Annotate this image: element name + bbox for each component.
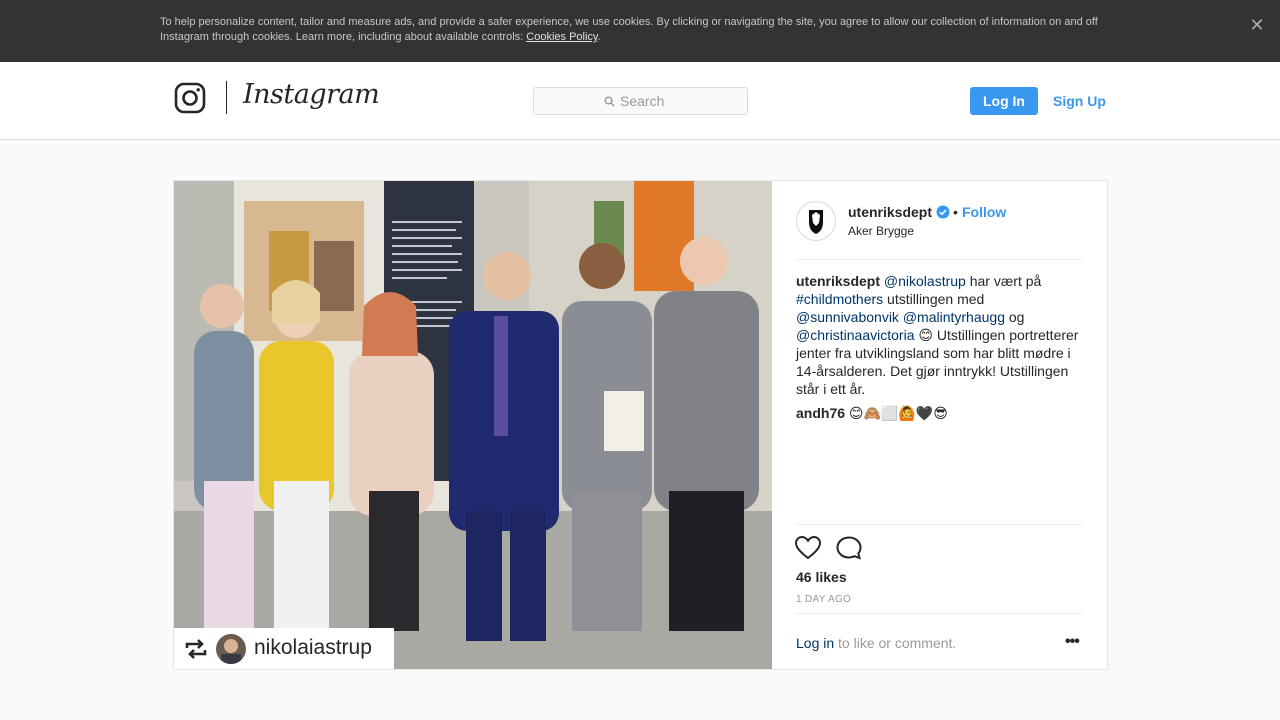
repost-badge: nikolaiastrup xyxy=(174,628,394,669)
likes-count[interactable]: 46 likes xyxy=(796,569,847,585)
instagram-wordmark[interactable]: Instagram xyxy=(243,79,380,110)
mention-link[interactable]: @malintyrhaugg xyxy=(903,309,1005,325)
post-photo[interactable]: nikolaiastrup xyxy=(174,181,772,669)
comment-author[interactable]: andh76 xyxy=(796,405,845,421)
verified-badge-icon xyxy=(936,205,950,219)
comment-text: 😊🙈⬜🙆🖤😎 xyxy=(845,405,948,421)
comment: andh76 😊🙈⬜🙆🖤😎 xyxy=(796,404,1086,422)
post-location[interactable]: Aker Brygge xyxy=(848,224,914,238)
comment-icon[interactable] xyxy=(836,536,862,560)
hashtag-link[interactable]: #childmothers xyxy=(796,291,883,307)
post-sidebar: utenriksdept • Follow Aker Brygge utenri… xyxy=(772,181,1107,669)
search-input[interactable] xyxy=(620,92,740,110)
caption-text: har vært på xyxy=(965,273,1042,289)
divider xyxy=(796,613,1083,614)
more-options-icon[interactable]: ••• xyxy=(1065,633,1087,651)
mention-link[interactable]: @nikolastrup xyxy=(884,273,966,289)
search-box[interactable] xyxy=(533,87,748,115)
repost-icon xyxy=(185,639,207,659)
divider xyxy=(796,524,1083,525)
mention-link[interactable]: @christinaavictoria xyxy=(796,327,914,343)
post-timestamp[interactable]: 1 DAY AGO xyxy=(796,594,851,605)
caption-author[interactable]: utenriksdept xyxy=(796,273,880,289)
search-icon xyxy=(604,96,615,107)
cookie-message: To help personalize content, tailor and … xyxy=(160,16,1098,43)
caption-text: utstillingen med xyxy=(883,291,985,307)
instagram-camera-icon[interactable] xyxy=(174,82,206,114)
divider xyxy=(796,259,1083,260)
login-link[interactable]: Log in xyxy=(796,635,834,651)
cookie-banner: To help personalize content, tailor and … xyxy=(0,0,1280,62)
repost-username: nikolaiastrup xyxy=(254,636,372,659)
separator-dot: • xyxy=(953,204,958,220)
login-prompt-text: to like or comment. xyxy=(834,635,957,651)
post-card: nikolaiastrup utenriksdept • Follow Aker… xyxy=(173,180,1108,670)
cookie-period: . xyxy=(597,31,601,43)
coat-of-arms-icon xyxy=(809,210,823,234)
login-prompt: Log in to like or comment. xyxy=(796,635,956,651)
post-caption: utenriksdept @nikolastrup har vært på #c… xyxy=(796,272,1086,398)
follow-button[interactable]: Follow xyxy=(962,204,1006,220)
avatar[interactable] xyxy=(796,201,836,241)
post-photo-illustration xyxy=(174,181,772,669)
mention-link[interactable]: @sunnivabonvik xyxy=(796,309,899,325)
top-nav: Instagram Log In Sign Up xyxy=(0,62,1280,140)
heart-icon[interactable] xyxy=(795,536,821,560)
cookies-policy-link[interactable]: Cookies Policy xyxy=(526,31,597,43)
close-icon[interactable]: ✕ xyxy=(1246,14,1268,36)
caption-text: og xyxy=(1004,309,1025,325)
signup-link[interactable]: Sign Up xyxy=(1053,87,1106,115)
repost-avatar xyxy=(216,634,246,664)
cookie-text: To help personalize content, tailor and … xyxy=(160,15,1120,45)
login-button[interactable]: Log In xyxy=(970,87,1038,115)
post-username[interactable]: utenriksdept xyxy=(848,204,932,220)
logo-divider xyxy=(226,81,227,114)
